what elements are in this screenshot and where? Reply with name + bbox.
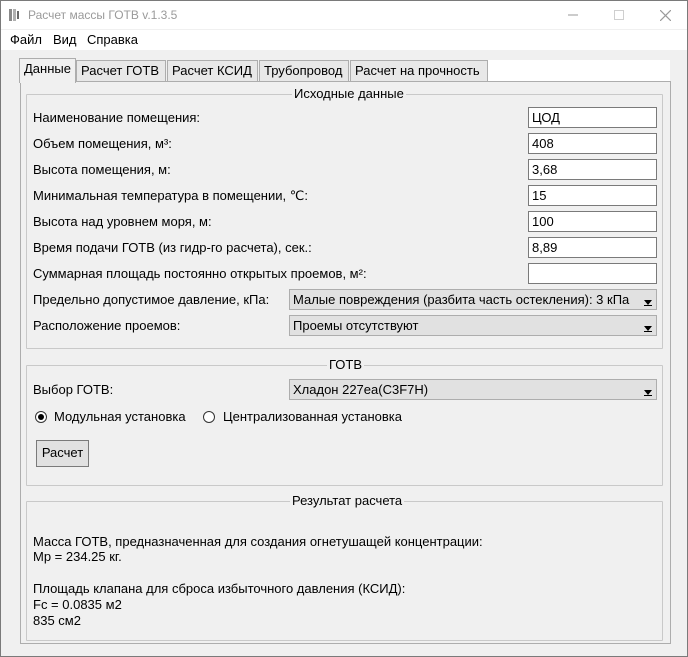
app-icon (9, 9, 19, 21)
input-data-group-title: Исходные данные (292, 86, 406, 101)
result-valve-area-m2: Fc = 0.0835 м2 (33, 597, 122, 612)
central-install-label[interactable]: Централизованная установка (223, 409, 402, 424)
chevron-down-icon (643, 326, 652, 332)
room-volume-input[interactable]: 408 (528, 133, 657, 154)
tab-agent-calc[interactable]: Расчет ГОТВ (76, 60, 166, 82)
altitude-label: Высота над уровнем моря, м: (33, 214, 212, 229)
tab-panel-data: Исходные данные Наименование помещения: … (20, 81, 671, 644)
tab-strip-background (488, 60, 670, 82)
agent-select-value: Хладон 227еа(C3F7H) (293, 382, 429, 397)
min-temperature-input[interactable]: 15 (528, 185, 657, 206)
close-button[interactable] (642, 1, 688, 29)
agent-select-label: Выбор ГОТВ: (33, 382, 114, 397)
result-valve-caption: Площадь клапана для сброса избыточного д… (33, 581, 406, 596)
maximize-button[interactable] (596, 1, 642, 29)
max-pressure-select[interactable]: Малые повреждения (разбита часть остекле… (289, 289, 657, 310)
max-pressure-dropdown-button[interactable] (640, 291, 655, 308)
title-bar: Расчет массы ГОТВ v.1.3.5 (1, 1, 687, 29)
result-mass-value: Мр = 234.25 кг. (33, 549, 122, 564)
agent-select[interactable]: Хладон 227еа(C3F7H) (289, 379, 657, 400)
close-icon (659, 9, 671, 21)
openings-location-dropdown-button[interactable] (640, 317, 655, 334)
agent-group-title: ГОТВ (327, 357, 365, 372)
agent-dropdown-button[interactable] (640, 381, 655, 398)
minimize-icon (568, 14, 578, 16)
menu-help[interactable]: Справка (87, 32, 138, 47)
discharge-time-label: Время подачи ГОТВ (из гидр-го расчета), … (33, 240, 312, 255)
altitude-input[interactable]: 100 (528, 211, 657, 232)
open-area-input[interactable] (528, 263, 657, 284)
result-group: Результат расчета Масса ГОТВ, предназнач… (26, 493, 663, 641)
tab-strength-calc[interactable]: Расчет на прочность (350, 60, 488, 82)
room-height-input[interactable]: 3,68 (528, 159, 657, 180)
result-valve-area-cm2: 835 см2 (33, 613, 81, 628)
max-pressure-label: Предельно допустимое давление, кПа: (33, 292, 270, 307)
tab-ksid-calc[interactable]: Расчет КСИД (167, 60, 258, 82)
modular-install-radio[interactable] (35, 411, 47, 423)
menu-file[interactable]: Файл (10, 32, 42, 47)
room-name-input[interactable]: ЦОД (528, 107, 657, 128)
modular-install-label[interactable]: Модульная установка (54, 409, 186, 424)
agent-group: ГОТВ Выбор ГОТВ: Хладон 227еа(C3F7H) Мод… (26, 357, 663, 486)
room-volume-label: Объем помещения, м³: (33, 136, 172, 151)
menu-view[interactable]: Вид (53, 32, 77, 47)
room-name-label: Наименование помещения: (33, 110, 201, 125)
window-title: Расчет массы ГОТВ v.1.3.5 (28, 8, 178, 22)
openings-location-value: Проемы отсутствуют (293, 318, 419, 333)
room-height-label: Высота помещения, м: (33, 162, 171, 177)
max-pressure-value: Малые повреждения (разбита часть остекле… (293, 292, 630, 307)
open-area-label: Суммарная площадь постоянно открытых про… (33, 266, 367, 281)
chevron-down-icon (643, 390, 652, 396)
central-install-radio[interactable] (203, 411, 215, 423)
minimize-button[interactable] (550, 1, 596, 29)
min-temperature-label: Минимальная температура в помещении, ℃: (33, 188, 308, 203)
openings-location-label: Расположение проемов: (33, 318, 181, 333)
input-data-group: Исходные данные Наименование помещения: … (26, 86, 663, 349)
result-mass-caption: Масса ГОТВ, предназначенная для создания… (33, 534, 483, 549)
app-window: Расчет массы ГОТВ v.1.3.5 Файл Вид Справ… (0, 0, 688, 657)
tab-pipeline[interactable]: Трубопровод (259, 60, 349, 82)
openings-location-select[interactable]: Проемы отсутствуют (289, 315, 657, 336)
menu-bar: Файл Вид Справка (1, 30, 687, 50)
discharge-time-input[interactable]: 8,89 (528, 237, 657, 258)
chevron-down-icon (643, 300, 652, 306)
tab-data[interactable]: Данные (19, 58, 76, 83)
calculate-button[interactable]: Расчет (36, 440, 89, 467)
maximize-icon (614, 10, 624, 20)
result-group-title: Результат расчета (290, 493, 405, 508)
